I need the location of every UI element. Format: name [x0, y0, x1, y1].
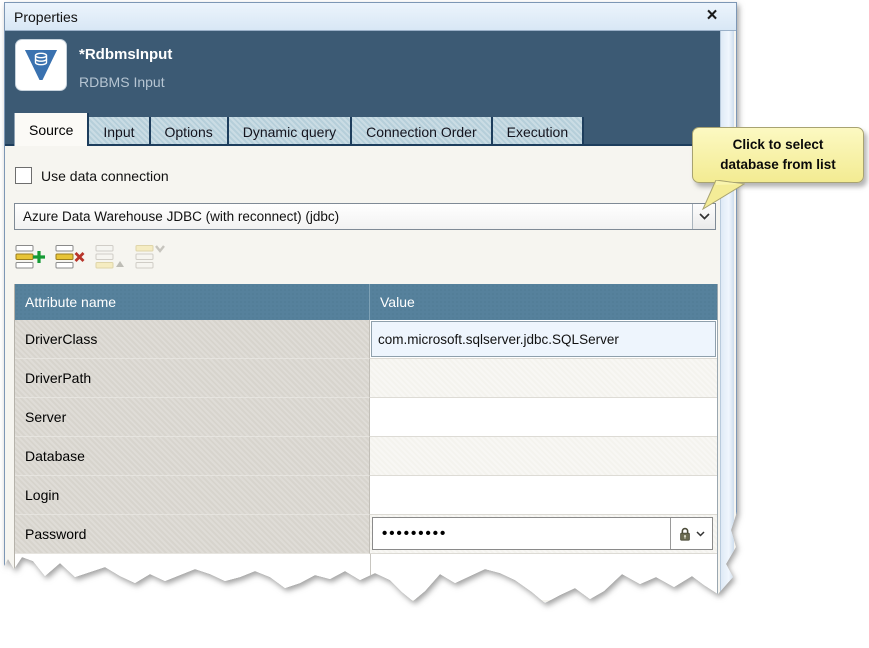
table-row: Password ••••••••• — [15, 515, 717, 554]
column-separator — [370, 554, 371, 600]
database-connection-value: Azure Data Warehouse JDBC (with reconnec… — [15, 209, 692, 224]
value-cell-driverpath[interactable] — [370, 359, 717, 398]
column-header-attribute-name[interactable]: Attribute name — [15, 284, 370, 320]
column-header-value[interactable]: Value — [370, 284, 717, 320]
table-row: Database — [15, 437, 717, 476]
table-row: Server — [15, 398, 717, 437]
table-row: DriverClass com.microsoft.sqlserver.jdbc… — [15, 320, 717, 359]
table-row: Login — [15, 476, 717, 515]
use-data-connection-row: Use data connection — [15, 167, 169, 184]
attribute-name-driverclass[interactable]: DriverClass — [15, 320, 370, 359]
move-attribute-down-button[interactable] — [134, 243, 166, 271]
attribute-toolbar — [14, 243, 166, 271]
component-header: *RdbmsInput RDBMS Input — [5, 31, 720, 113]
attribute-name-login[interactable]: Login — [15, 476, 370, 515]
tab-connection-order[interactable]: Connection Order — [352, 117, 493, 146]
funnel-database-icon — [21, 45, 61, 85]
driverclass-value-input[interactable]: com.microsoft.sqlserver.jdbc.SQLServer — [371, 321, 716, 357]
tab-input[interactable]: Input — [89, 117, 150, 146]
use-data-connection-checkbox[interactable] — [15, 167, 32, 184]
delete-attribute-button[interactable] — [54, 243, 86, 271]
title-bar[interactable]: Properties × — [5, 3, 736, 31]
value-cell-driverclass[interactable]: com.microsoft.sqlserver.jdbc.SQLServer — [370, 320, 717, 359]
value-cell-login[interactable] — [370, 476, 717, 515]
attributes-grid: Attribute name Value DriverClass com.mic… — [14, 284, 718, 600]
grid-header-row: Attribute name Value — [15, 284, 717, 320]
value-cell-password: ••••••••• — [370, 515, 717, 554]
chevron-down-icon — [696, 531, 705, 537]
attribute-name-server[interactable]: Server — [15, 398, 370, 437]
delete-row-icon — [55, 244, 85, 270]
move-attribute-up-button[interactable] — [94, 243, 126, 271]
window-title: Properties — [5, 9, 78, 25]
chevron-down-icon — [699, 213, 710, 220]
lock-icon — [678, 526, 692, 542]
value-cell-database[interactable] — [370, 437, 717, 476]
value-cell-server[interactable] — [370, 398, 717, 437]
table-row: DriverPath — [15, 359, 717, 398]
use-data-connection-label: Use data connection — [41, 168, 169, 184]
move-up-icon — [95, 244, 125, 270]
vertical-scrollbar-track[interactable] — [720, 31, 734, 602]
tooltip-tail-pointer — [699, 180, 745, 210]
source-tab-panel: Use data connection Azure Data Warehouse… — [5, 146, 720, 604]
component-name: *RdbmsInput — [79, 46, 172, 63]
add-row-icon — [15, 244, 45, 270]
close-icon[interactable]: × — [702, 6, 722, 26]
move-down-icon — [135, 244, 165, 270]
properties-window-wrapper: Properties × *RdbmsInput — [4, 2, 737, 603]
tab-options[interactable]: Options — [151, 117, 229, 146]
tooltip-text-line2: database from list — [699, 155, 857, 175]
password-options-button[interactable] — [670, 518, 712, 549]
password-input[interactable]: ••••••••• — [372, 517, 713, 550]
attribute-name-driverpath[interactable]: DriverPath — [15, 359, 370, 398]
tab-strip: Source Input Options Dynamic query Conne… — [5, 113, 720, 146]
properties-window: Properties × *RdbmsInput — [4, 2, 737, 603]
attribute-name-database[interactable]: Database — [15, 437, 370, 476]
tab-dynamic-query[interactable]: Dynamic query — [229, 117, 352, 146]
add-attribute-button[interactable] — [14, 243, 46, 271]
screenshot-canvas: Properties × *RdbmsInput — [0, 0, 869, 648]
tooltip-callout: Click to select database from list — [692, 127, 864, 183]
tab-execution[interactable]: Execution — [493, 117, 584, 146]
attribute-name-password[interactable]: Password — [15, 515, 370, 554]
grid-empty-area — [15, 554, 717, 600]
component-type: RDBMS Input — [79, 74, 165, 90]
rdbms-component-icon — [15, 39, 67, 91]
tab-source[interactable]: Source — [14, 113, 89, 146]
database-connection-select[interactable]: Azure Data Warehouse JDBC (with reconnec… — [14, 203, 716, 230]
tooltip-text-line1: Click to select — [699, 135, 857, 155]
password-masked-value: ••••••••• — [373, 518, 670, 549]
